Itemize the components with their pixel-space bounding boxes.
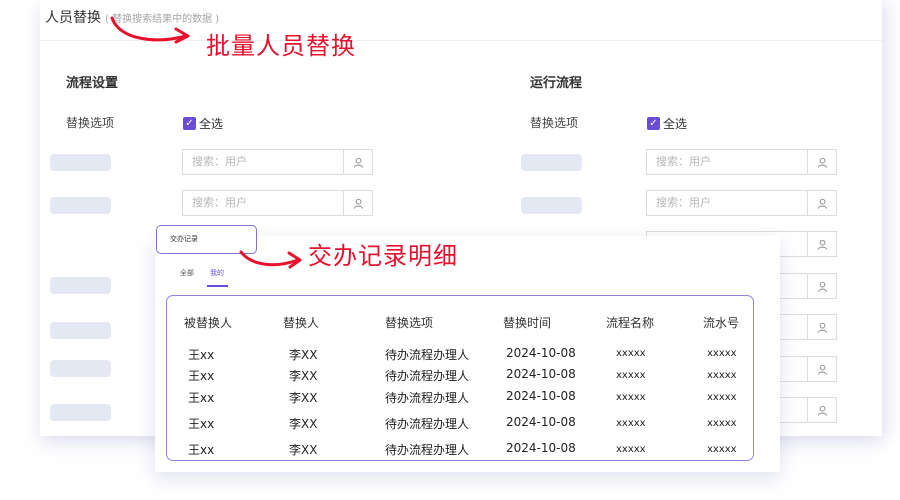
table-cell: 王xx (188, 348, 215, 362)
table-cell: 王xx (188, 443, 215, 457)
search-placeholder: 搜索：用户 (656, 155, 711, 168)
user-search-input[interactable]: 搜索：用户 (646, 190, 837, 216)
table-cell: xxxxx (616, 370, 646, 381)
user-pill (50, 360, 111, 377)
table-cell: 李XX (289, 417, 318, 431)
table-cell: 李XX (289, 348, 318, 362)
table-cell: 待办流程办理人 (385, 443, 470, 457)
column-header: 流水号 (703, 316, 740, 330)
table-cell: 待办流程办理人 (385, 348, 470, 362)
table-cell: xxxxx (616, 444, 646, 455)
select-all-label: 全选 (199, 117, 224, 131)
annotation-arrow-icon (239, 250, 302, 269)
section-title-running-process: 运行流程 (530, 76, 583, 91)
table-cell: 2024-10-08 (506, 367, 576, 381)
table-cell: 李XX (289, 391, 318, 405)
user-search-input[interactable]: 搜索：用户 (182, 190, 373, 216)
table-cell: 王xx (188, 369, 215, 383)
table-cell: xxxxx (707, 392, 737, 403)
table-cell: xxxxx (707, 444, 737, 455)
section-title-process-settings: 流程设置 (66, 76, 119, 91)
table-cell: 2024-10-08 (506, 441, 576, 455)
table-cell: 王xx (188, 391, 215, 405)
table-cell: 待办流程办理人 (385, 369, 470, 383)
table-cell: xxxxx (616, 418, 646, 429)
user-search-input[interactable]: 搜索：用户 (182, 149, 373, 175)
user-icon[interactable] (807, 398, 836, 422)
table-cell: 李XX (289, 369, 318, 383)
table-cell: 李XX (289, 443, 318, 457)
table-cell: 2024-10-08 (506, 389, 576, 403)
tab-active-indicator (207, 285, 228, 287)
user-pill (521, 154, 582, 171)
user-pill (50, 197, 111, 214)
column-header: 替换人 (283, 316, 320, 330)
check-icon: ✓ (647, 117, 660, 130)
user-icon[interactable] (807, 232, 836, 256)
select-all-checkbox[interactable]: ✓ 全选 (647, 115, 687, 132)
annotation-batch-replace: 批量人员替换 (206, 32, 356, 60)
tab-all[interactable]: 全部 (180, 268, 194, 278)
replace-option-label: 替换选项 (66, 116, 115, 130)
table-cell: xxxxx (707, 348, 737, 359)
table-cell: 待办流程办理人 (385, 417, 470, 431)
user-pill (50, 404, 111, 421)
search-placeholder: 搜索：用户 (192, 196, 247, 209)
column-header: 流程名称 (606, 316, 655, 330)
user-icon[interactable] (343, 150, 372, 174)
annotation-record-detail: 交办记录明细 (308, 242, 458, 270)
user-icon[interactable] (807, 150, 836, 174)
page-title-text: 人员替换 (45, 10, 101, 26)
user-pill (50, 154, 111, 171)
column-header: 被替换人 (184, 316, 233, 330)
tab-mine[interactable]: 我的 (210, 268, 224, 278)
user-icon[interactable] (807, 315, 836, 339)
user-pill (50, 322, 111, 339)
user-icon[interactable] (343, 191, 372, 215)
table-cell: xxxxx (616, 348, 646, 359)
table-cell: xxxxx (707, 370, 737, 381)
annotation-arrow-icon (110, 16, 190, 44)
user-search-input[interactable]: 搜索：用户 (646, 149, 837, 175)
user-icon[interactable] (807, 191, 836, 215)
user-icon[interactable] (807, 274, 836, 298)
table-cell: xxxxx (616, 392, 646, 403)
column-header: 替换时间 (503, 316, 552, 330)
search-placeholder: 搜索：用户 (656, 196, 711, 209)
table-cell: 待办流程办理人 (385, 391, 470, 405)
select-all-label: 全选 (663, 117, 688, 131)
table-cell: xxxxx (707, 418, 737, 429)
column-header: 替换选项 (385, 316, 434, 330)
user-icon[interactable] (807, 357, 836, 381)
replace-option-label: 替换选项 (530, 116, 579, 130)
user-pill (50, 277, 111, 294)
check-icon: ✓ (183, 117, 196, 130)
user-pill (521, 197, 582, 214)
table-cell: 2024-10-08 (506, 346, 576, 360)
search-placeholder: 搜索：用户 (192, 155, 247, 168)
table-cell: 2024-10-08 (506, 415, 576, 429)
table-cell: 王xx (188, 417, 215, 431)
select-all-checkbox[interactable]: ✓ 全选 (183, 115, 223, 132)
